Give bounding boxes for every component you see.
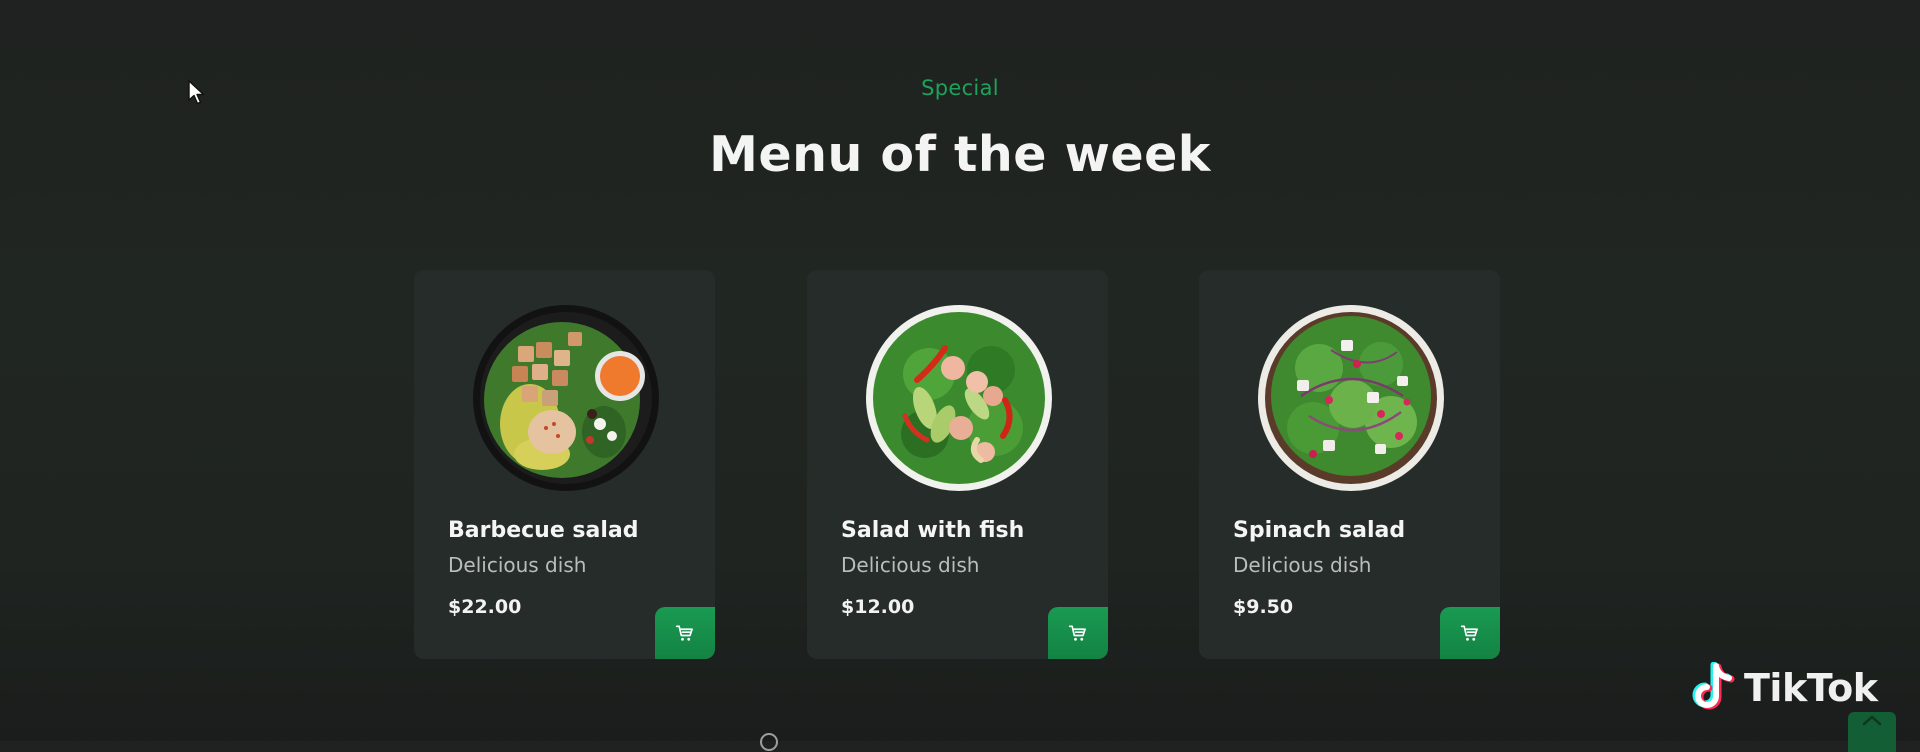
dish-name: Barbecue salad: [448, 518, 639, 543]
tiktok-wordmark: TikTok: [1744, 666, 1878, 710]
scroll-to-top-button[interactable]: [1848, 712, 1896, 752]
menu-card: Salad with fish Delicious dish $12.00: [807, 270, 1108, 659]
menu-card: Barbecue salad Delicious dish $22.00: [414, 270, 715, 659]
dish-description: Delicious dish: [1233, 553, 1372, 577]
add-to-cart-button[interactable]: [1048, 607, 1108, 659]
dish-price: $12.00: [841, 596, 915, 618]
barbecue-salad-image: [473, 305, 659, 491]
section-subtitle: Special: [921, 76, 999, 100]
chevron-up-icon: [1862, 715, 1882, 726]
spinach-salad-image: [1258, 305, 1444, 491]
tiktok-watermark: TikTok: [1692, 662, 1878, 714]
section-title: Menu of the week: [709, 126, 1211, 183]
add-to-cart-button[interactable]: [1440, 607, 1500, 659]
dish-name: Spinach salad: [1233, 518, 1406, 543]
salad-with-fish-image: [866, 305, 1052, 491]
scroll-indicator-icon: [760, 733, 778, 751]
dish-name: Salad with fish: [841, 518, 1025, 543]
dish-price: $22.00: [448, 596, 522, 618]
dish-description: Delicious dish: [841, 553, 980, 577]
dish-price: $9.50: [1233, 596, 1294, 618]
tiktok-logo-icon: [1692, 662, 1735, 710]
shopping-cart-icon: [1460, 625, 1478, 641]
menu-card: Spinach salad Delicious dish $9.50: [1199, 270, 1500, 659]
shopping-cart-icon: [1068, 625, 1086, 641]
shopping-cart-icon: [675, 625, 693, 641]
add-to-cart-button[interactable]: [655, 607, 715, 659]
dish-description: Delicious dish: [448, 553, 587, 577]
